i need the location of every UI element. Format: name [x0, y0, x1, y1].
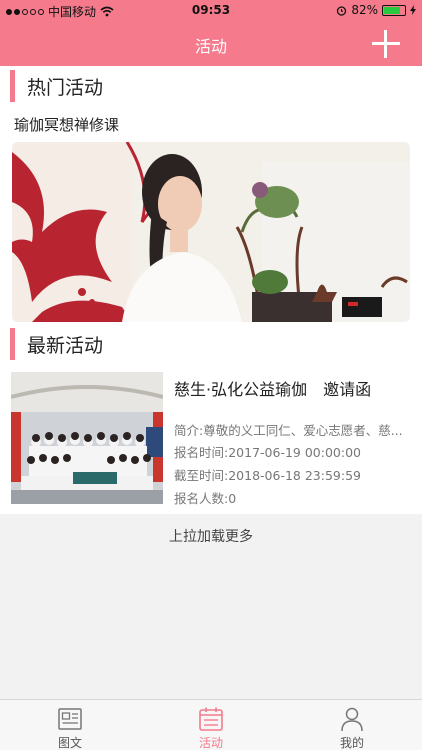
load-more-hint: 上拉加载更多 — [169, 529, 253, 545]
yoga-meditation-photo — [12, 142, 410, 322]
battery-percent: 82% — [351, 3, 378, 17]
charging-icon — [410, 5, 416, 15]
activity-content: 热门活动 瑜伽冥想禅修课 最新活动 慈生·弘化公益瑜伽 邀请函 简介:尊敬的义工… — [0, 66, 422, 514]
tab-news[interactable]: 图文 — [0, 700, 140, 750]
latest-section-title: 最新活动 — [27, 334, 104, 357]
tab-news-label: 图文 — [57, 736, 82, 750]
battery-icon — [382, 4, 406, 16]
hot-activity-image[interactable] — [12, 142, 410, 322]
user-icon — [341, 707, 363, 732]
hot-section-title: 热门活动 — [27, 76, 104, 99]
calendar-icon — [199, 707, 223, 731]
tab-activity-label: 活动 — [198, 736, 223, 750]
tab-bar: 图文 活动 我的 — [0, 699, 422, 750]
tab-activity[interactable]: 活动 — [141, 700, 281, 750]
add-activity-button[interactable] — [372, 30, 400, 58]
nav-bar: 活动 — [0, 22, 422, 66]
latest-activity-item[interactable]: 慈生·弘化公益瑜伽 邀请函 简介:尊敬的义工同仁、爱心志愿者、慈... 报名时间… — [11, 372, 411, 506]
news-icon — [58, 708, 82, 730]
group-photo — [11, 372, 163, 504]
hot-item-title[interactable]: 瑜伽冥想禅修课 — [14, 114, 119, 135]
latest-activity-intro: 简介:尊敬的义工同仁、爱心志愿者、慈... — [174, 423, 403, 438]
latest-activity-signup-time: 报名时间:2017-06-19 00:00:00 — [174, 445, 361, 460]
section-accent-bar — [10, 328, 15, 360]
tab-profile-label: 我的 — [339, 736, 364, 750]
latest-activity-signup-count: 报名人数:0 — [174, 491, 237, 506]
alarm-icon — [337, 5, 347, 16]
section-accent-bar — [10, 70, 15, 102]
tab-profile[interactable]: 我的 — [282, 700, 422, 750]
latest-activity-title: 慈生·弘化公益瑜伽 邀请函 — [174, 380, 372, 399]
latest-activity-thumbnail — [11, 372, 163, 504]
hot-section-header: 热门活动 — [10, 70, 103, 102]
page-title: 活动 — [194, 37, 227, 56]
latest-activity-deadline: 截至时间:2018-06-18 23:59:59 — [174, 468, 361, 483]
latest-section-header: 最新活动 — [10, 328, 103, 360]
status-bar: 中国移动 09:53 82% — [0, 0, 422, 22]
status-right: 82% — [336, 3, 416, 17]
